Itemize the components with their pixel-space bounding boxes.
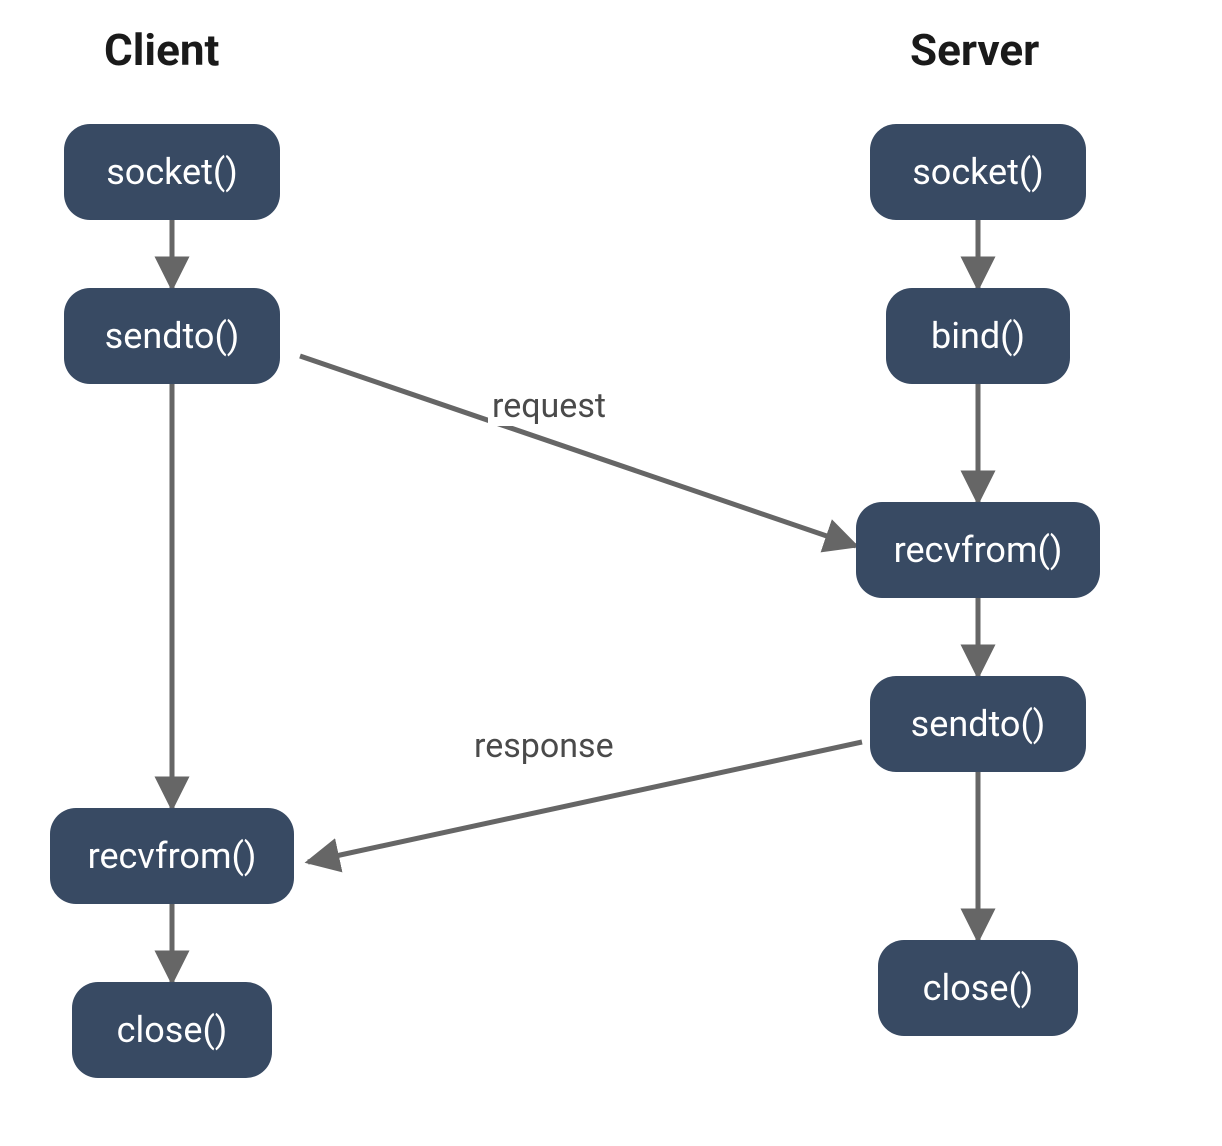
diagram-stage: Client Server socket() sendto() recvfrom… [0, 0, 1222, 1146]
arrow-request [300, 356, 856, 546]
node-server-bind: bind() [886, 288, 1070, 384]
node-server-recvfrom: recvfrom() [856, 502, 1100, 598]
column-title-client: Client [104, 24, 219, 76]
label-response: response [470, 726, 618, 766]
node-client-socket: socket() [64, 124, 280, 220]
node-client-close: close() [72, 982, 272, 1078]
node-server-socket: socket() [870, 124, 1086, 220]
label-request: request [488, 386, 610, 426]
column-title-server: Server [910, 24, 1039, 76]
node-server-close: close() [878, 940, 1078, 1036]
node-client-recvfrom: recvfrom() [50, 808, 294, 904]
node-server-sendto: sendto() [870, 676, 1086, 772]
node-client-sendto: sendto() [64, 288, 280, 384]
